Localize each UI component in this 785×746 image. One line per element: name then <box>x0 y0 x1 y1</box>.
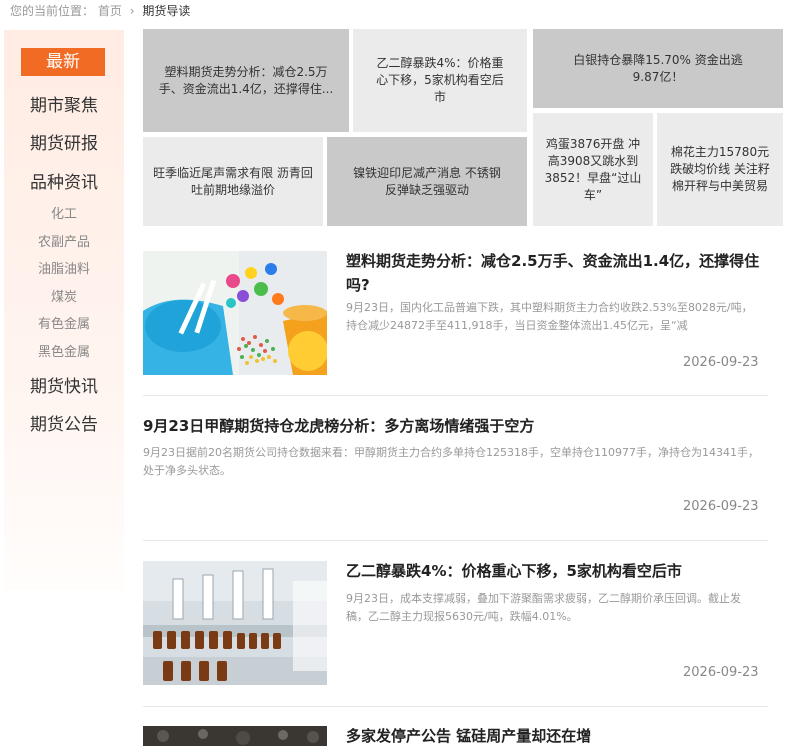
sidebar-item-latest[interactable]: 最新 <box>21 48 105 76</box>
article-divider <box>143 395 768 396</box>
lab-production-image <box>143 561 327 685</box>
article-summary: 9月23日，国内化工品普遍下跌，其中塑料期货主力合约收跌2.53%至8028元/… <box>346 301 753 332</box>
article-title[interactable]: 9月23日甲醇期货持仓龙虎榜分析：多方离场情绪强于空方 <box>143 414 763 438</box>
sidebar-subitem-ferrous[interactable]: 黑色金属 <box>4 341 124 360</box>
plastic-products-image <box>143 251 327 375</box>
category-sidebar: 最新 期市聚焦 期货研报 品种资讯 化工 农副产品 油脂油料 煤炭 有色金属 黑… <box>4 30 124 590</box>
sidebar-item-announcements[interactable]: 期货公告 <box>4 410 124 435</box>
sidebar-subitem-chemical[interactable]: 化工 <box>4 203 124 222</box>
article-date: 2026-09-23 <box>683 499 759 514</box>
article-date: 2026-09-23 <box>683 355 759 370</box>
article-title[interactable]: 塑料期货走势分析：减仓2.5万手、资金流出1.4亿，还撑得住吗? <box>346 249 766 297</box>
breadcrumb-current: 期货导读 <box>142 4 191 18</box>
sidebar-subitem-agricultural[interactable]: 农副产品 <box>4 231 124 250</box>
headline-tile[interactable]: 镍铁迎印尼减产消息 不锈钢反弹缺乏强驱动 <box>327 137 527 226</box>
article-title[interactable]: 多家发停产公告 锰硅周产量却还在增 <box>346 724 766 746</box>
breadcrumb: 您的当前位置： 首页 › 期货导读 <box>10 2 190 19</box>
sidebar-item-research[interactable]: 期货研报 <box>4 129 124 154</box>
sidebar-item-flash-news[interactable]: 期货快讯 <box>4 372 124 397</box>
breadcrumb-prefix: 您的当前位置： <box>10 4 95 18</box>
article-thumbnail-manganese[interactable] <box>143 726 327 746</box>
breadcrumb-separator: › <box>129 4 135 18</box>
sidebar-subitem-coal[interactable]: 煤炭 <box>4 286 124 305</box>
headline-tile[interactable]: 旺季临近尾声需求有限 沥青回吐前期地缘溢价 <box>143 137 323 226</box>
article-date: 2026-09-23 <box>683 665 759 680</box>
sidebar-item-varieties[interactable]: 品种资讯 <box>4 168 124 193</box>
article-divider <box>143 540 768 541</box>
headline-tile[interactable]: 塑料期货走势分析：减仓2.5万手、资金流出1.4亿，还撑得住... <box>143 29 349 132</box>
sidebar-subitem-oils[interactable]: 油脂油料 <box>4 258 124 277</box>
article-summary: 9月23日，成本支撑减弱，叠加下游聚酯需求疲弱，乙二醇期价承压回调。截止发稿，乙… <box>346 592 741 623</box>
sidebar-item-market-focus[interactable]: 期市聚焦 <box>4 91 124 116</box>
headline-tile[interactable]: 棉花主力15780元跌破均价线 关注籽棉开秤与中美贸易 <box>657 113 783 226</box>
breadcrumb-home-link[interactable]: 首页 <box>98 4 122 18</box>
headline-tile[interactable]: 白银持仓暴降15.70% 资金出逃9.87亿！ <box>533 29 783 108</box>
headline-tile[interactable]: 乙二醇暴跌4%：价格重心下移，5家机构看空后市 <box>353 29 527 132</box>
ore-image <box>143 726 327 746</box>
headline-tile[interactable]: 鸡蛋3876开盘 冲高3908又跳水到3852！早盘“过山车” <box>533 113 653 226</box>
article-thumbnail-lab[interactable] <box>143 561 327 685</box>
article-thumbnail-plastic[interactable] <box>143 251 327 375</box>
article-title[interactable]: 乙二醇暴跌4%：价格重心下移，5家机构看空后市 <box>346 559 766 583</box>
article-summary: 9月23日据前20名期货公司持仓数据来看：甲醇期货主力合约多单持仓125318手… <box>143 446 759 477</box>
article-divider <box>143 706 768 707</box>
sidebar-subitem-nonferrous[interactable]: 有色金属 <box>4 313 124 332</box>
